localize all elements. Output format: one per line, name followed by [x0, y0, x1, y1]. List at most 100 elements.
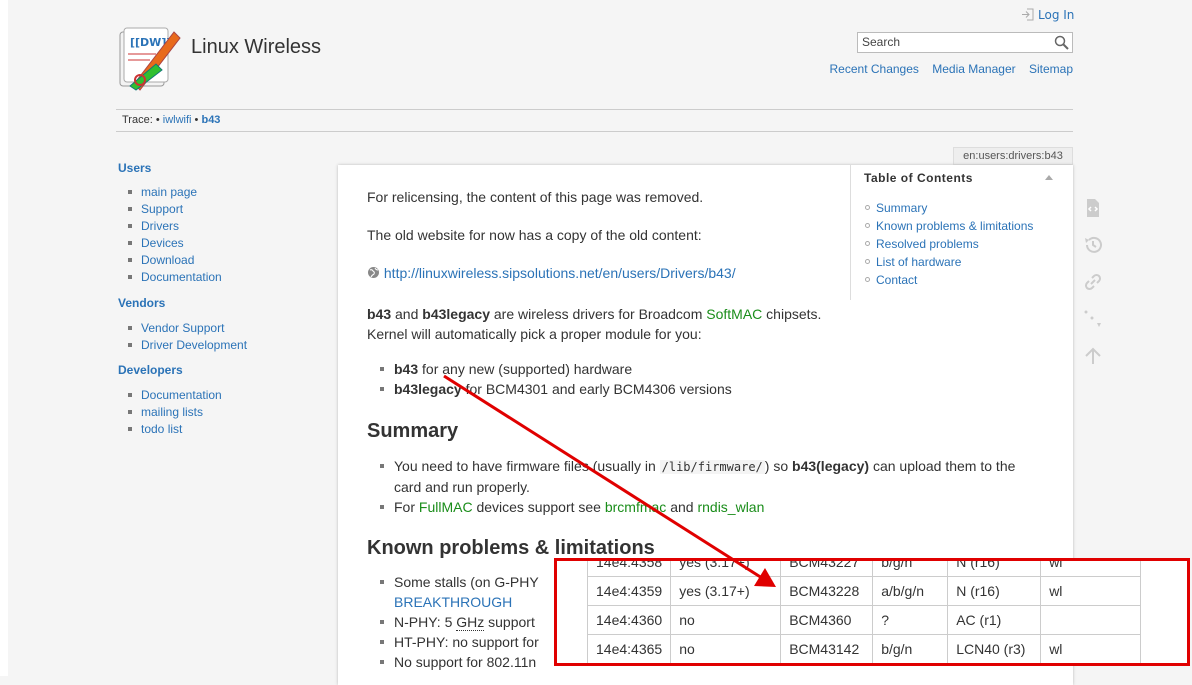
intro-line2: Kernel will automatically pick a proper … — [367, 326, 702, 342]
toc-item-list-of-hardware[interactable]: List of hardware — [876, 255, 961, 269]
toc-item-resolved-problems[interactable]: Resolved problems — [876, 237, 979, 251]
sidebar-item-drivers[interactable]: Drivers — [141, 219, 179, 233]
module-name: b43legacy — [394, 381, 462, 397]
sidebar-item-todo-list[interactable]: todo list — [141, 422, 182, 436]
old-website-link[interactable]: http://linuxwireless.sipsolutions.net/en… — [384, 265, 736, 281]
summary-text: card and run properly. — [394, 479, 530, 495]
sidebar-item-devices[interactable]: Devices — [141, 236, 184, 250]
table-cell: BCM43227 — [780, 561, 874, 577]
table-cell: BCM43142 — [780, 634, 874, 663]
summary-text: ) so — [764, 458, 793, 474]
show-source-icon[interactable] — [1083, 198, 1103, 218]
trace-bullet: • — [194, 114, 199, 126]
sidebar-item-main-page[interactable]: main page — [141, 185, 197, 199]
globe-icon — [368, 267, 379, 278]
intro-paragraph: b43 and b43legacy are wireless drivers f… — [367, 304, 821, 344]
external-link-line: http://linuxwireless.sipsolutions.net/en… — [367, 265, 736, 281]
fullmac-link[interactable]: FullMAC — [419, 499, 473, 515]
login-icon — [1022, 8, 1034, 21]
summary-text: For — [394, 499, 419, 515]
login-label: Log In — [1038, 8, 1075, 22]
sidebar-item-vendor-support[interactable]: Vendor Support — [141, 321, 224, 335]
toc-item-contact[interactable]: Contact — [876, 273, 917, 287]
toc-item-summary[interactable]: Summary — [876, 201, 927, 215]
b43legacy-bold: b43legacy — [422, 306, 490, 322]
table-cell: 14e4:4359 — [586, 576, 672, 606]
sidebar-item-support[interactable]: Support — [141, 202, 183, 216]
sidebar-users-list: main page Support Drivers Devices Downlo… — [128, 184, 222, 286]
sitemap-link[interactable]: Sitemap — [1029, 62, 1073, 76]
table-cell: N (r16) — [947, 561, 1042, 577]
sidebar-item-dev-documentation[interactable]: Documentation — [141, 388, 222, 402]
brcmfmac-link[interactable]: brcmfmac — [605, 499, 666, 515]
search-input[interactable]: Search — [857, 32, 1073, 53]
module-desc: for any new (supported) hardware — [418, 361, 633, 377]
summary-bold: b43(legacy) — [792, 458, 870, 474]
summary-text: You need to have firmware files (usually… — [394, 458, 660, 474]
table-cell: BCM4360 — [780, 605, 874, 635]
sidebar-vendors-title[interactable]: Vendors — [118, 296, 165, 310]
table-cell: b/g/n — [872, 634, 949, 663]
table-cell: no — [670, 634, 782, 663]
table-cell: wl — [1040, 634, 1142, 663]
rndis-wlan-link[interactable]: rndis_wlan — [697, 499, 764, 515]
hardware-table: 14e4:4358 yes (3.17+) BCM43227 b/g/n N (… — [586, 561, 1142, 663]
recent-changes-link[interactable]: Recent Changes — [830, 62, 919, 76]
breakthrough-link[interactable]: BREAKTHROUGH — [394, 594, 512, 610]
table-row: 14e4:4358 yes (3.17+) BCM43227 b/g/n N (… — [586, 561, 1142, 577]
module-name: b43 — [394, 361, 419, 377]
backlinks-icon[interactable] — [1083, 272, 1103, 292]
toc-item-known-problems[interactable]: Known problems & limitations — [876, 219, 1033, 233]
table-row: 14e4:4360 no BCM4360 ? AC (r1) — [586, 605, 1142, 635]
sidebar-developers-list: Documentation mailing lists todo list — [128, 387, 222, 438]
trace-bullet: • — [155, 114, 160, 126]
breadcrumb: Trace: • iwlwifi • b43 — [122, 114, 220, 126]
known-text: N-PHY: 5 — [394, 614, 457, 630]
media-manager-link[interactable]: Media Manager — [932, 62, 1015, 76]
table-of-contents: Table of Contents Summary Known problems… — [850, 165, 1065, 300]
breadcrumb-iwlwifi[interactable]: iwlwifi — [163, 114, 192, 126]
old-website-text: The old website for now has a copy of th… — [367, 227, 702, 243]
list-item: For FullMAC devices support see brcmfmac… — [379, 497, 1015, 517]
breadcrumb-b43[interactable]: b43 — [201, 114, 220, 126]
sidebar-item-documentation[interactable]: Documentation — [141, 270, 222, 284]
toc-collapse-icon[interactable] — [1045, 175, 1053, 180]
table-cell: N (r16) — [947, 576, 1042, 606]
sidebar-item-driver-development[interactable]: Driver Development — [141, 338, 247, 352]
login-link[interactable]: Log In — [1021, 8, 1074, 22]
table-cell: wl — [1040, 561, 1142, 577]
table-cell: yes (3.17+) — [670, 576, 782, 606]
sidebar-item-mailing-lists[interactable]: mailing lists — [141, 405, 203, 419]
firmware-path: /lib/firmware/ — [659, 460, 765, 474]
rss-feed-icon[interactable] — [1083, 309, 1103, 329]
old-revisions-icon[interactable] — [1083, 235, 1103, 255]
list-item: b43legacy for BCM4301 and early BCM4306 … — [380, 379, 732, 399]
table-cell: BCM43228 — [780, 576, 874, 606]
site-title[interactable]: Linux Wireless — [191, 36, 321, 59]
sidebar-item-download[interactable]: Download — [141, 253, 194, 267]
summary-text: devices support see — [472, 499, 605, 515]
table-cell: b/g/n — [872, 561, 949, 577]
back-to-top-icon[interactable] — [1083, 346, 1103, 366]
dokuwiki-logo[interactable]: [[DW]] — [116, 24, 182, 92]
sidebar-users-title[interactable]: Users — [118, 161, 151, 175]
intro-mid: are wireless drivers for Broadcom — [489, 306, 707, 322]
known-problems-heading: Known problems & limitations — [367, 537, 655, 559]
intro-and: and — [391, 306, 423, 322]
known-text: No support for 802.11n — [394, 654, 537, 670]
sidebar-vendors-list: Vendor Support Driver Development — [128, 320, 247, 354]
table-cell: a/b/g/n — [872, 576, 949, 606]
summary-text: can upload them to the — [869, 458, 1016, 474]
softmac-link[interactable]: SoftMAC — [706, 306, 762, 322]
highlighted-hardware-table: 14e4:4358 yes (3.17+) BCM43227 b/g/n N (… — [554, 558, 1190, 666]
known-text: HT-PHY: no support for — [394, 634, 539, 650]
relicensing-text: For relicensing, the content of this pag… — [367, 189, 704, 205]
sidebar-developers-title[interactable]: Developers — [118, 363, 183, 377]
toc-list: Summary Known problems & limitations Res… — [865, 199, 1033, 289]
toc-title[interactable]: Table of Contents — [864, 171, 973, 185]
table-cell: wl — [1040, 576, 1142, 606]
left-edge — [0, 0, 8, 676]
table-cell: AC (r1) — [947, 605, 1042, 635]
table-cell — [1040, 605, 1142, 635]
search-icon[interactable] — [1054, 35, 1069, 50]
